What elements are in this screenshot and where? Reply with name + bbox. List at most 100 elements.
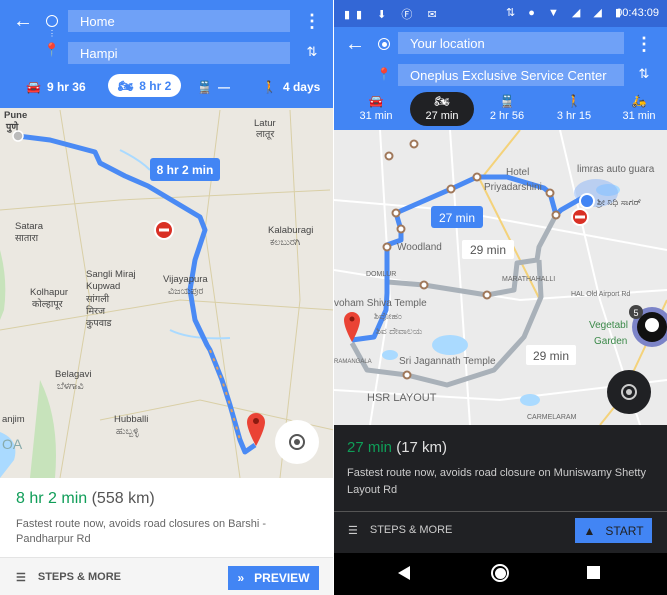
- svg-text:ಶಿವ ದೇವಾಲಯ: ಶಿವ ದೇವಾಲಯ: [376, 326, 423, 336]
- svg-text:CARMELARAM: CARMELARAM: [527, 414, 577, 421]
- svg-text:voham Shiva Temple: voham Shiva Temple: [334, 298, 427, 309]
- svg-text:HAL Old Airport Rd: HAL Old Airport Rd: [571, 291, 630, 298]
- current-location-motorcycle-icon: [579, 193, 595, 209]
- bubble-count-badge: 5: [633, 308, 638, 318]
- github-icon: [645, 318, 659, 332]
- svg-text:HSR LAYOUT: HSR LAYOUT: [367, 392, 437, 404]
- steps-more-button[interactable]: ☰ STEPS & MORE: [16, 571, 121, 584]
- svg-text:सांगली: सांगली: [86, 293, 110, 305]
- destination-input[interactable]: Oneplus Exclusive Service Center: [398, 64, 624, 86]
- destination-pin-icon: 📍: [376, 67, 392, 81]
- left-screen: ← ⋮ 📍 Home Hampi ⋮ ⇅ 🚘 9 hr 36 🏍 8 hr 2 🚆 —…: [0, 0, 334, 595]
- svg-text:Satara: Satara: [15, 221, 44, 232]
- road-closure-icon[interactable]: [571, 208, 589, 226]
- route-map[interactable]: 8 hr 2 min Puneपुणे Laturलातूर Sataraसात…: [0, 108, 334, 478]
- bottom-actions: ☰ STEPS & MORE » PREVIEW: [0, 557, 334, 595]
- road-closure-icon[interactable]: [154, 220, 174, 240]
- destination-input[interactable]: Hampi: [68, 42, 290, 64]
- svg-text:लातूर: लातूर: [256, 129, 275, 140]
- train-icon: 🚆: [197, 80, 212, 94]
- route-dots-icon: ⋮: [48, 29, 56, 38]
- steps-more-button[interactable]: ☰ STEPS & MORE: [348, 524, 452, 537]
- svg-text:ಹುಬ್ಬಳ್ಳಿ: ಹುಬ್ಬಳ್ಳಿ: [116, 426, 139, 437]
- mode-motorcycle[interactable]: 🏍 27 min: [410, 92, 474, 126]
- route-time-label: 27 min: [439, 211, 475, 225]
- svg-text:Latur: Latur: [254, 118, 276, 129]
- origin-input[interactable]: Home: [68, 10, 290, 32]
- mode-motorcycle[interactable]: 🏍 8 hr 2: [108, 74, 182, 97]
- status-time: 00:43:09: [616, 7, 659, 19]
- destination-pin-icon: 📍: [43, 42, 61, 57]
- directions-header: ← ⋮ 📍 Home Hampi ⋮ ⇅ 🚘 9 hr 36 🏍 8 hr 2 🚆 —…: [0, 0, 334, 108]
- svg-text:Sri Jagannath Temple: Sri Jagannath Temple: [399, 356, 496, 367]
- mode-transit[interactable]: 🚆 2 hr 56: [479, 94, 535, 122]
- svg-text:Garden: Garden: [594, 336, 627, 347]
- train-icon: 🚆: [499, 94, 515, 108]
- swap-icon[interactable]: ⇅: [636, 64, 652, 84]
- svg-text:ವಿಜಯಪುರ: ವಿಜಯಪುರ: [168, 286, 203, 297]
- svg-text:मिरज: मिरज: [86, 305, 106, 317]
- more-options-icon[interactable]: ⋮: [303, 10, 321, 32]
- status-bar: ▮▮ ⬇ Ⓕ ✉ ⇅ ● ▼ ◢ ◢ ▮ 00:43:09: [334, 0, 667, 27]
- more-options-icon[interactable]: ⋮: [635, 33, 653, 55]
- svg-text:Woodland: Woodland: [397, 242, 442, 253]
- svg-text:Kalaburagi: Kalaburagi: [268, 225, 313, 236]
- svg-text:सातारा: सातारा: [15, 233, 39, 244]
- svg-text:Pune: Pune: [4, 110, 27, 121]
- signal-icons: ⇅ ● ▼ ◢ ◢ ▮: [506, 7, 627, 19]
- mode-walk[interactable]: 🚶 4 days: [262, 78, 320, 96]
- svg-text:पुणे: पुणे: [5, 121, 19, 133]
- my-location-button[interactable]: [275, 420, 319, 464]
- route-distance: (17 km): [396, 439, 448, 456]
- route-summary: 8 hr 2 min (558 km) Fastest route now, a…: [0, 478, 334, 560]
- double-chevron-icon: »: [237, 571, 245, 585]
- my-location-button[interactable]: [607, 370, 651, 414]
- start-button[interactable]: ▲ START: [575, 518, 652, 543]
- home-nav-icon[interactable]: [491, 564, 509, 582]
- route-map[interactable]: 27 min 29 min 29 min Hotel Priyadarshini…: [334, 130, 667, 425]
- svg-text:Kolhapur: Kolhapur: [30, 287, 68, 298]
- walk-icon: 🚶: [262, 80, 277, 94]
- route-note: Fastest route now, avoids road closures …: [16, 518, 267, 545]
- route-summary: 27 min (17 km) Fastest route now, avoids…: [334, 425, 667, 511]
- mode-car[interactable]: 🚘 31 min: [348, 94, 404, 122]
- alt-route-callout-1[interactable]: 29 min: [462, 240, 514, 259]
- list-icon: ☰: [348, 525, 358, 537]
- mode-walk[interactable]: 🚶 3 hr 15: [546, 94, 602, 122]
- preview-button[interactable]: » PREVIEW: [228, 566, 319, 590]
- svg-text:Vijayapura: Vijayapura: [163, 274, 208, 285]
- swap-icon[interactable]: ⇅: [304, 42, 320, 62]
- svg-text:DOMLUR: DOMLUR: [366, 271, 396, 278]
- recents-nav-icon[interactable]: [587, 566, 600, 579]
- svg-text:29 min: 29 min: [470, 243, 506, 257]
- back-arrow-icon[interactable]: ←: [344, 33, 366, 55]
- route-distance: (558 km): [91, 490, 155, 507]
- route-time-label: 8 hr 2 min: [157, 163, 214, 177]
- svg-text:Priyadarshini: Priyadarshini: [484, 182, 542, 193]
- route-time-callout[interactable]: 8 hr 2 min: [150, 158, 220, 181]
- svg-text:ಶಿವೋಹಂ: ಶಿವೋಹಂ: [374, 311, 402, 321]
- car-icon: 🚘: [26, 80, 41, 94]
- route-time-callout[interactable]: 27 min: [431, 206, 483, 228]
- svg-text:MARATHAHALLI: MARATHAHALLI: [502, 276, 555, 283]
- origin-input[interactable]: Your location: [398, 32, 624, 54]
- motorcycle-icon: 🏍: [118, 78, 134, 93]
- svg-text:Sangli Miraj: Sangli Miraj: [86, 269, 136, 280]
- back-nav-icon[interactable]: [398, 566, 410, 580]
- route-duration: 8 hr 2 min: [16, 490, 88, 507]
- route-note: Fastest route now, avoids road closure o…: [347, 467, 646, 496]
- motorcycle-icon: 🏍: [434, 94, 450, 108]
- mode-transit[interactable]: 🚆 —: [197, 78, 230, 96]
- mode-car[interactable]: 🚘 9 hr 36: [26, 78, 86, 96]
- walk-icon: 🚶: [566, 94, 582, 108]
- origin-circle-icon: [46, 15, 58, 27]
- svg-text:29 min: 29 min: [533, 349, 569, 363]
- back-arrow-icon[interactable]: ←: [12, 10, 34, 32]
- svg-text:कोल्हापूर: कोल्हापूर: [32, 298, 64, 310]
- mode-ride[interactable]: 🛵 31 min: [611, 94, 667, 122]
- alt-route-callout-2[interactable]: 29 min: [526, 345, 576, 365]
- bottom-actions: ☰ STEPS & MORE ▲ START: [334, 511, 667, 553]
- svg-text:RAMANGALA: RAMANGALA: [334, 359, 372, 365]
- svg-text:ಬೆಳಗಾವಿ: ಬೆಳಗಾವಿ: [57, 381, 85, 392]
- svg-text:ಶ್ರೀ ನಿಧಿ ಸಾಗರ್: ಶ್ರೀ ನಿಧಿ ಸಾಗರ್: [596, 197, 641, 208]
